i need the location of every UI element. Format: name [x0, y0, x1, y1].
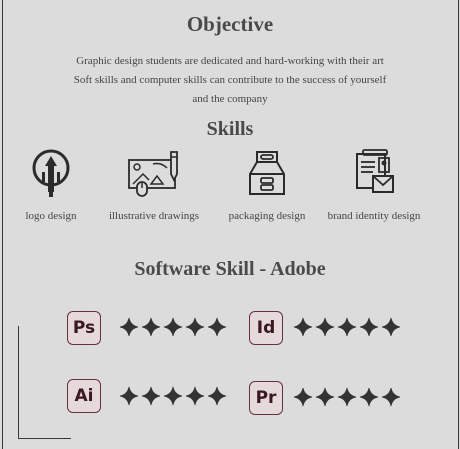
illustrator-rating — [118, 386, 228, 406]
right-border-line — [458, 0, 459, 449]
rating-star-icon — [163, 386, 183, 406]
skill-logo-design: logo design — [18, 148, 84, 222]
rating-star-icon — [185, 317, 205, 337]
rating-star-icon — [141, 386, 161, 406]
objective-heading: Objective — [186, 12, 274, 36]
skill-illustrative-drawings: illustrative drawings — [104, 148, 204, 222]
left-border-line — [2, 0, 3, 449]
indesign-rating — [292, 317, 402, 337]
objective-line: Soft skills and computer skills can cont… — [73, 74, 387, 86]
rating-star-icon — [119, 317, 139, 337]
skill-brand-identity-design: brand identity design — [322, 148, 426, 222]
objective-line: Graphic design students are dedicated an… — [76, 55, 384, 67]
rating-star-icon — [315, 387, 335, 407]
rating-star-icon — [163, 317, 183, 337]
rating-star-icon — [119, 386, 139, 406]
rating-star-icon — [337, 317, 357, 337]
skills-heading: Skills — [206, 118, 254, 140]
illustration-icon — [128, 151, 178, 197]
indesign-badge: Id — [249, 311, 283, 345]
skill-label: logo design — [25, 210, 77, 222]
rating-star-icon — [359, 317, 379, 337]
skill-packaging-design: packaging design — [222, 148, 312, 222]
rating-star-icon — [207, 386, 227, 406]
rating-star-icon — [293, 317, 313, 337]
packaging-icon — [249, 151, 285, 195]
skill-label: packaging design — [228, 210, 306, 222]
corner-decoration-vertical — [18, 326, 19, 439]
logo-design-icon — [32, 149, 70, 197]
rating-star-icon — [207, 317, 227, 337]
rating-star-icon — [141, 317, 161, 337]
rating-star-icon — [315, 317, 335, 337]
objective-line: and the company — [192, 93, 268, 105]
skill-label: brand identity design — [327, 210, 421, 222]
photoshop-rating — [118, 317, 228, 337]
corner-decoration-horizontal — [18, 438, 71, 439]
rating-star-icon — [293, 387, 313, 407]
premiere-rating — [292, 387, 402, 407]
illustrator-badge: Ai — [67, 379, 101, 413]
rating-star-icon — [359, 387, 379, 407]
rating-star-icon — [337, 387, 357, 407]
resume-section: Objective Graphic design students are de… — [0, 0, 460, 449]
software-heading: Software Skill - Adobe — [134, 258, 326, 280]
rating-star-icon — [185, 386, 205, 406]
rating-star-icon — [381, 387, 401, 407]
objective-text: Graphic design students are dedicated an… — [40, 52, 420, 109]
skill-label: illustrative drawings — [108, 210, 200, 222]
brand-identity-icon — [356, 149, 394, 193]
premiere-badge: Pr — [249, 381, 283, 415]
rating-star-icon — [381, 317, 401, 337]
photoshop-badge: Ps — [67, 311, 101, 345]
